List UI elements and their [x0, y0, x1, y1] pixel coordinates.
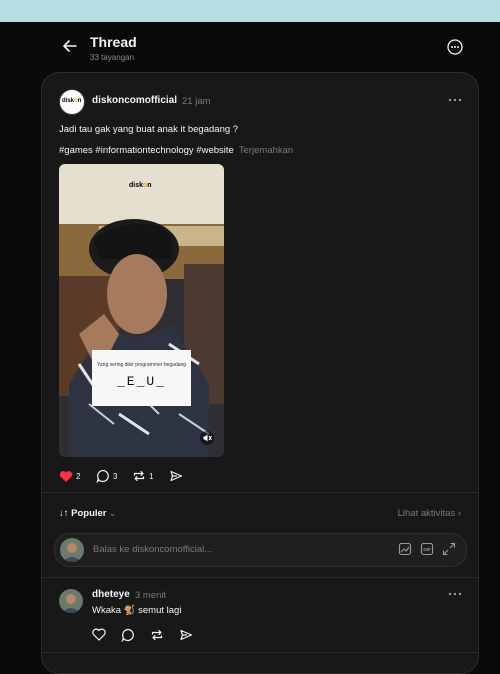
comment-actions	[92, 628, 212, 642]
image-upload-icon[interactable]	[398, 542, 412, 556]
chevron-down-icon: ⌄	[108, 508, 117, 519]
repost-count: 1	[149, 471, 154, 481]
comment-more-icon[interactable]	[446, 589, 464, 599]
page-title: Thread	[90, 34, 137, 50]
sort-dropdown[interactable]: ↓↑ Populer ⌄	[59, 508, 116, 519]
avatar-logo: diskon	[62, 98, 82, 104]
translate-link[interactable]: Terjemahkan	[239, 145, 293, 156]
video-logo: diskon	[129, 182, 152, 189]
comment-button[interactable]: 3	[96, 469, 117, 483]
avatar[interactable]: diskon	[59, 89, 85, 115]
reply-placeholder: Balas ke diskoncomofficial...	[93, 544, 213, 555]
comment-username[interactable]: dheteye	[92, 589, 130, 600]
comment-bubble-icon[interactable]	[121, 628, 135, 642]
comment-count: 3	[113, 471, 118, 481]
share-button[interactable]	[169, 469, 183, 483]
post-text: Jadi tau gak yang buat anak it begadang …	[59, 124, 239, 135]
comment-time: 3 menit	[135, 590, 167, 601]
post-hashtags: #games #informationtechnology #website Te…	[59, 145, 293, 156]
divider	[42, 577, 478, 578]
send-icon	[170, 470, 183, 482]
repost-icon[interactable]	[150, 628, 164, 642]
more-options-icon[interactable]	[446, 38, 464, 56]
video-caption-big: _E_U_	[116, 374, 166, 389]
send-icon[interactable]	[179, 628, 193, 642]
post-time: 21 jam	[182, 96, 211, 107]
post-username[interactable]: diskoncomofficial	[92, 95, 177, 106]
video-caption-small: Yang sering dikir programmer begadang	[96, 362, 187, 368]
like-button[interactable]: 2	[59, 469, 80, 483]
sort-label: Populer	[71, 508, 107, 519]
repost-icon	[133, 470, 145, 482]
svg-text:GIF: GIF	[423, 547, 431, 552]
reply-input[interactable]: Balas ke diskoncomofficial... GIF	[54, 533, 467, 567]
back-arrow-icon[interactable]	[60, 36, 80, 56]
view-activity-link[interactable]: Lihat aktivitas ›	[398, 508, 461, 519]
repost-button[interactable]: 1	[132, 469, 153, 483]
thread-header: Thread 33 tayangan	[0, 22, 500, 72]
expand-icon[interactable]	[442, 542, 456, 556]
gif-icon[interactable]: GIF	[420, 542, 434, 556]
thread-card: diskon diskoncomofficial 21 jam Jadi tau…	[41, 72, 479, 674]
video-frame-illustration	[59, 164, 224, 457]
post-more-icon[interactable]	[446, 95, 464, 105]
video-caption-box: Yang sering dikir programmer begadang _E…	[92, 350, 191, 406]
sort-icon: ↓↑	[59, 508, 69, 519]
post-actions: 2 3 1	[59, 469, 259, 483]
heart-icon[interactable]	[92, 628, 106, 641]
comment-text: Wkaka 🐒 semut lagi	[92, 605, 182, 616]
view-count: 33 tayangan	[90, 53, 135, 62]
hashtag-links[interactable]: #games #informationtechnology #website	[59, 145, 234, 156]
post-video[interactable]: diskon Yang sering dikir programmer bega…	[59, 164, 224, 457]
like-count: 2	[76, 471, 81, 481]
divider	[42, 652, 478, 653]
divider	[42, 492, 478, 493]
browser-top-strip	[0, 0, 500, 22]
heart-filled-icon	[59, 470, 73, 482]
avatar[interactable]	[59, 589, 83, 613]
comment-bubble-icon	[96, 469, 109, 483]
avatar	[60, 538, 84, 562]
mute-icon[interactable]	[200, 431, 214, 445]
chevron-right-icon: ›	[457, 508, 461, 519]
